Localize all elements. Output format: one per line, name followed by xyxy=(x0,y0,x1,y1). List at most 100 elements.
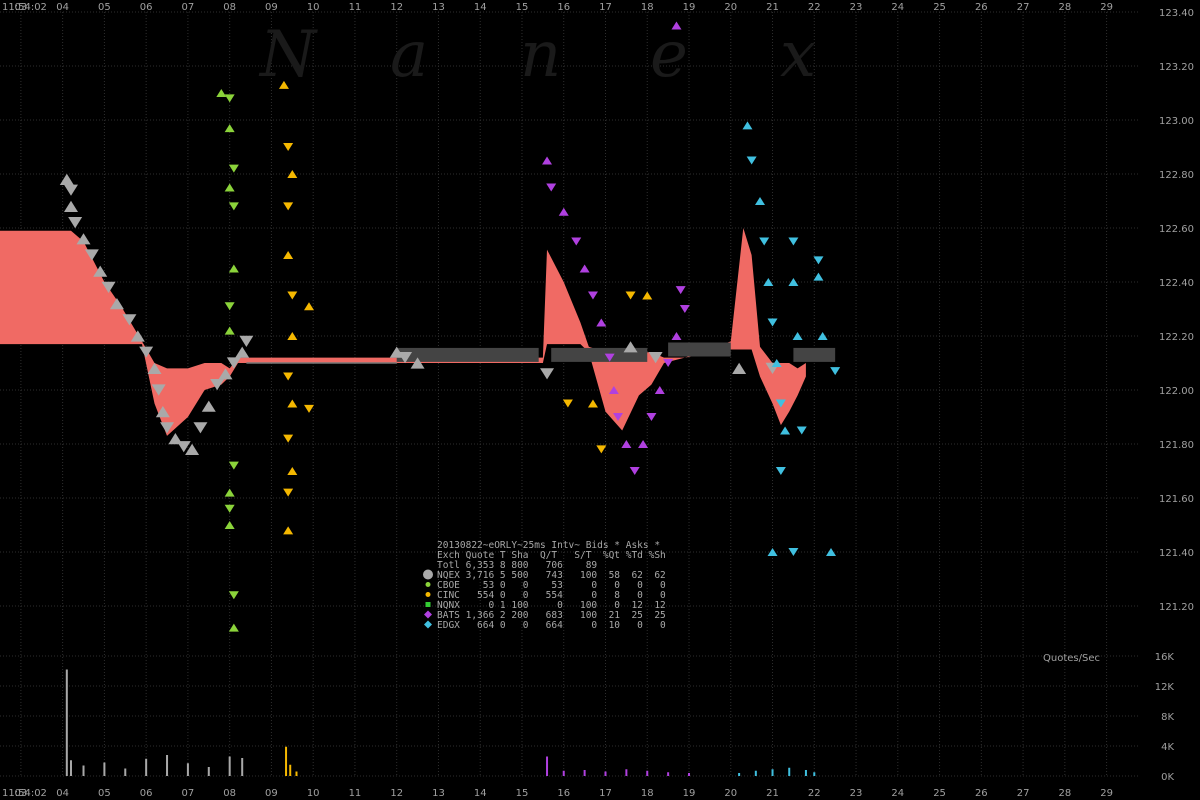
point-edgx xyxy=(780,426,791,435)
legend-marker xyxy=(424,610,432,619)
point-cboe xyxy=(224,504,235,513)
q-tick-label: 4K xyxy=(1161,742,1174,753)
point-cboe xyxy=(224,124,235,133)
point-edgx xyxy=(755,197,765,205)
qps-bar-edgx xyxy=(754,770,757,776)
dark-bar xyxy=(793,347,836,362)
point-cinc xyxy=(287,291,298,300)
x-tick-label-top: 17 xyxy=(599,2,612,13)
point-edgx xyxy=(813,272,824,281)
nbbo-band-area xyxy=(0,228,806,436)
point-nqex xyxy=(732,362,747,374)
point-cboe xyxy=(228,164,239,173)
x-tick-label-bottom: 17 xyxy=(599,788,612,799)
qps-bar-bats xyxy=(583,770,586,776)
watermark-letter: x xyxy=(780,18,816,92)
quotes-per-second-bars xyxy=(65,669,816,776)
point-bats xyxy=(587,291,598,300)
qps-bar-edgx xyxy=(771,769,774,776)
point-nqex xyxy=(139,346,154,358)
watermark-letter: N xyxy=(258,18,318,92)
x-tick-label-bottom: 14 xyxy=(474,788,487,799)
x-tick-label-bottom: 08 xyxy=(223,788,236,799)
qps-bar-nqex xyxy=(241,758,244,776)
x-tick-label-top: 23 xyxy=(850,2,863,13)
q-tick-label: 12K xyxy=(1155,682,1175,693)
y-tick-label: 121.40 xyxy=(1159,548,1194,559)
x-axis-top: 03 04 05 06 07 08 09 10 11 12 13 14 15 16 17 18 19 20 21 22… xyxy=(15,2,1113,13)
point-nqex xyxy=(193,422,208,434)
point-cinc xyxy=(283,526,294,535)
point-bats xyxy=(646,413,657,421)
point-cboe xyxy=(228,202,239,211)
point-cboe xyxy=(224,183,235,192)
x-tick-label-top: 09 xyxy=(265,2,278,13)
x-tick-label-bottom: 15 xyxy=(516,788,529,799)
y-axis-quotes: 0K 4K 8K 12K 16K xyxy=(1155,652,1175,783)
x-tick-label-bottom: 27 xyxy=(1017,788,1030,799)
legend-marker xyxy=(425,592,431,597)
point-bats xyxy=(542,156,553,165)
x-tick-label-top: 25 xyxy=(933,2,946,13)
point-bats xyxy=(663,359,674,367)
point-cinc xyxy=(304,302,315,311)
x-tick-label-top: 13 xyxy=(432,2,445,13)
qps-bar-bats xyxy=(667,772,670,776)
point-cboe xyxy=(224,94,235,103)
point-edgx xyxy=(746,156,757,165)
x-tick-label-bottom: 04 xyxy=(56,788,69,799)
point-cboe xyxy=(228,591,239,600)
legend-marker xyxy=(425,582,431,587)
point-nqex xyxy=(201,400,216,412)
point-cinc xyxy=(587,399,598,408)
legend-table: 20130822~eORLY~25ms Intv~ Bids * Asks * … xyxy=(423,540,666,631)
point-bats xyxy=(571,237,582,246)
point-cinc xyxy=(283,251,294,259)
x-axis-bottom: 03 04 05 06 07 08 09 10 11 12 13 14 15 16 17 18 19 20 21 22… xyxy=(15,788,1113,799)
point-cinc xyxy=(283,434,294,443)
x-tick-label-bottom: 05 xyxy=(98,788,111,799)
x-tick-label-bottom: 12 xyxy=(390,788,403,799)
x-tick-label-top: 12 xyxy=(390,2,403,13)
qps-bar-nqex xyxy=(207,767,210,776)
x-tick-label-bottom: 16 xyxy=(557,788,570,799)
qps-bar-bats xyxy=(625,769,628,776)
legend-marker xyxy=(423,569,433,580)
qps-bar-edgx xyxy=(738,773,741,776)
x-tick-label-top: 19 xyxy=(683,2,696,13)
y-tick-label: 123.40 xyxy=(1159,8,1194,19)
x-tick-label-top: 07 xyxy=(182,2,195,13)
x-tick-label-bottom: 11 xyxy=(349,788,362,799)
x-tick-label-bottom: 24 xyxy=(891,788,904,799)
x-tick-label-bottom: 23 xyxy=(850,788,863,799)
y-tick-label: 121.80 xyxy=(1159,440,1194,451)
point-cinc xyxy=(287,399,298,408)
x-tick-label-bottom: 21 xyxy=(766,788,779,799)
point-cinc xyxy=(283,372,294,381)
y-tick-label: 121.20 xyxy=(1159,602,1194,613)
point-bats xyxy=(629,467,640,475)
point-edgx xyxy=(742,121,753,130)
point-nqex xyxy=(540,368,555,380)
point-nqex xyxy=(63,184,78,196)
q-tick-label: 0K xyxy=(1161,772,1174,783)
qps-bar-nqex xyxy=(69,760,72,776)
quotes-per-second-title: Quotes/Sec xyxy=(1043,653,1100,664)
x-tick-label-top: 22 xyxy=(808,2,821,13)
point-nqex xyxy=(63,200,78,212)
qps-bar-edgx xyxy=(804,770,807,776)
qps-bar-bats xyxy=(688,773,691,776)
point-cinc xyxy=(625,291,636,300)
qps-bar-cinc xyxy=(289,764,292,776)
x-tick-label-top: 16 xyxy=(557,2,570,13)
x-tick-label-top: 29 xyxy=(1100,2,1113,13)
y-tick-label: 123.00 xyxy=(1159,116,1194,127)
point-bats xyxy=(546,183,557,192)
legend-marker xyxy=(425,602,431,607)
point-bats xyxy=(596,318,607,327)
point-nqex xyxy=(239,335,254,347)
x-tick-label-top: 15 xyxy=(516,2,529,13)
nbbo-band xyxy=(0,228,806,436)
qps-bar-bats xyxy=(562,770,565,776)
x-tick-label-bottom: 20 xyxy=(724,788,737,799)
